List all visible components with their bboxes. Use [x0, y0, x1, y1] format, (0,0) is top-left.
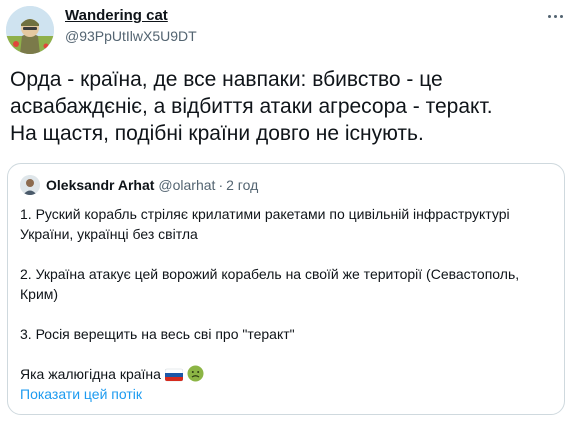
russian-flag-emoji	[164, 367, 184, 387]
quoted-tweet[interactable]: Oleksandr Arhat @olarhat · 2 год 1. Руск…	[7, 163, 565, 415]
more-options-button[interactable]	[543, 6, 567, 26]
quoted-author-handle: @olarhat	[158, 177, 216, 193]
author-avatar[interactable]	[6, 6, 54, 54]
cat-soldier-avatar-image	[6, 6, 54, 54]
author-display-name[interactable]: Wandering cat	[65, 7, 197, 25]
quoted-paragraph-1: 1. Руский корабль стріляє крилатими раке…	[20, 206, 510, 242]
quoted-timestamp: 2 год	[226, 177, 259, 193]
show-thread-link[interactable]: Показати цей потік	[20, 384, 142, 404]
quoted-author-avatar	[20, 175, 40, 195]
more-horizontal-icon	[546, 14, 564, 18]
quoted-author-name: Oleksandr Arhat	[46, 177, 155, 193]
quoted-tweet-header: Oleksandr Arhat @olarhat · 2 год	[20, 175, 258, 195]
tweet-text: Орда - країна, де все навпаки: вбивство …	[10, 68, 493, 145]
quoted-avatar-image	[20, 175, 40, 195]
quoted-paragraph-3: 3. Росія верещить на весь сві про "терак…	[20, 326, 295, 342]
quoted-paragraph-2: 2. Україна атакує цей ворожий корабель н…	[20, 266, 520, 302]
quoted-tweet-text: 1. Руский корабль стріляє крилатими раке…	[20, 204, 556, 387]
header-separator: ·	[218, 177, 224, 193]
tweet-author: Wandering cat @93PpUtIlwX5U9DT	[65, 7, 197, 46]
author-handle[interactable]: @93PpUtIlwX5U9DT	[65, 26, 197, 46]
quoted-paragraph-4-text: Яка жалюгідна країна	[20, 366, 161, 382]
nauseated-face-emoji	[187, 365, 204, 387]
